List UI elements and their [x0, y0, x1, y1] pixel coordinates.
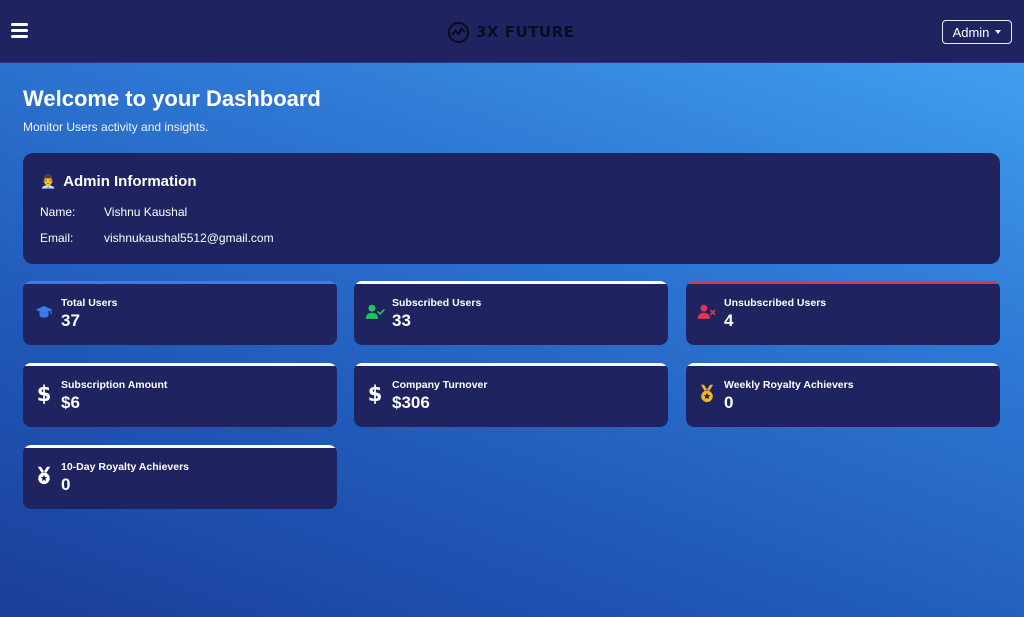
- card-accent-bar: [23, 281, 337, 284]
- menu-icon[interactable]: [11, 23, 28, 38]
- stat-card-10-day-royalty[interactable]: 10-Day Royalty Achievers 0: [23, 445, 337, 509]
- card-accent-bar: [354, 363, 668, 366]
- email-label: Email:: [40, 231, 74, 245]
- graduation-cap-icon: [34, 301, 54, 323]
- page-title: Welcome to your Dashboard: [23, 86, 321, 111]
- stat-label: 10-Day Royalty Achievers: [61, 461, 190, 473]
- page-subtitle: Monitor Users activity and insights.: [23, 120, 209, 134]
- medal-icon: [34, 465, 54, 487]
- user-x-icon: [697, 301, 717, 323]
- caret-down-icon: [995, 30, 1002, 34]
- admin-info-title: Admin Information: [63, 173, 197, 190]
- stat-label: Total Users: [61, 297, 118, 309]
- stat-value: 37: [61, 311, 80, 330]
- admin-info-card: 👨‍💼 Admin Information Name: Vishnu Kausha…: [23, 153, 1000, 264]
- stat-label: Unsubscribed Users: [724, 297, 827, 309]
- stat-label: Subscribed Users: [392, 297, 482, 309]
- name-label: Name:: [40, 205, 76, 219]
- top-navbar: 3X FUTURE Admin: [0, 0, 1024, 63]
- stat-card-subscribed-users[interactable]: Subscribed Users 33: [354, 281, 668, 345]
- stat-card-total-users[interactable]: Total Users 37: [23, 281, 337, 345]
- email-value: vishnukaushal5512@gmail.com: [104, 231, 274, 245]
- user-check-icon: [365, 301, 385, 323]
- card-accent-bar: [354, 281, 668, 284]
- stat-card-unsubscribed-users[interactable]: Unsubscribed Users 4: [686, 281, 1000, 345]
- card-accent-bar: [23, 445, 337, 448]
- stat-label: Subscription Amount: [61, 379, 168, 391]
- name-value: Vishnu Kaushal: [104, 205, 188, 219]
- brand-logo[interactable]: 3X FUTURE: [447, 19, 574, 45]
- stat-label: Company Turnover: [392, 379, 488, 391]
- stat-card-weekly-royalty[interactable]: Weekly Royalty Achievers 0: [686, 363, 1000, 427]
- admin-dropdown-button[interactable]: Admin: [942, 20, 1012, 44]
- card-accent-bar: [686, 363, 1000, 366]
- person-icon: 👨‍💼: [40, 173, 57, 189]
- stat-card-subscription-amount[interactable]: $ Subscription Amount $6: [23, 363, 337, 427]
- card-accent-bar: [686, 281, 1000, 284]
- dollar-icon: $: [36, 382, 52, 406]
- admin-email-row: Email: vishnukaushal5512@gmail.com: [40, 231, 274, 245]
- stat-value: 4: [724, 311, 734, 330]
- admin-info-heading: 👨‍💼 Admin Information: [40, 173, 197, 190]
- stat-value: $6: [61, 393, 80, 412]
- stat-card-company-turnover[interactable]: $ Company Turnover $306: [354, 363, 668, 427]
- stat-value: 33: [392, 311, 411, 330]
- admin-name-row: Name: Vishnu Kaushal: [40, 205, 187, 219]
- stat-value: 0: [724, 393, 734, 412]
- stat-value: $306: [392, 393, 430, 412]
- stat-label: Weekly Royalty Achievers: [724, 379, 854, 391]
- medal-icon: [697, 383, 717, 405]
- brand-name: 3X FUTURE: [476, 23, 575, 41]
- dollar-icon: $: [367, 382, 383, 406]
- stat-value: 0: [61, 475, 71, 494]
- admin-dropdown-label: Admin: [952, 24, 990, 40]
- card-accent-bar: [23, 363, 337, 366]
- logo-icon: [447, 21, 470, 43]
